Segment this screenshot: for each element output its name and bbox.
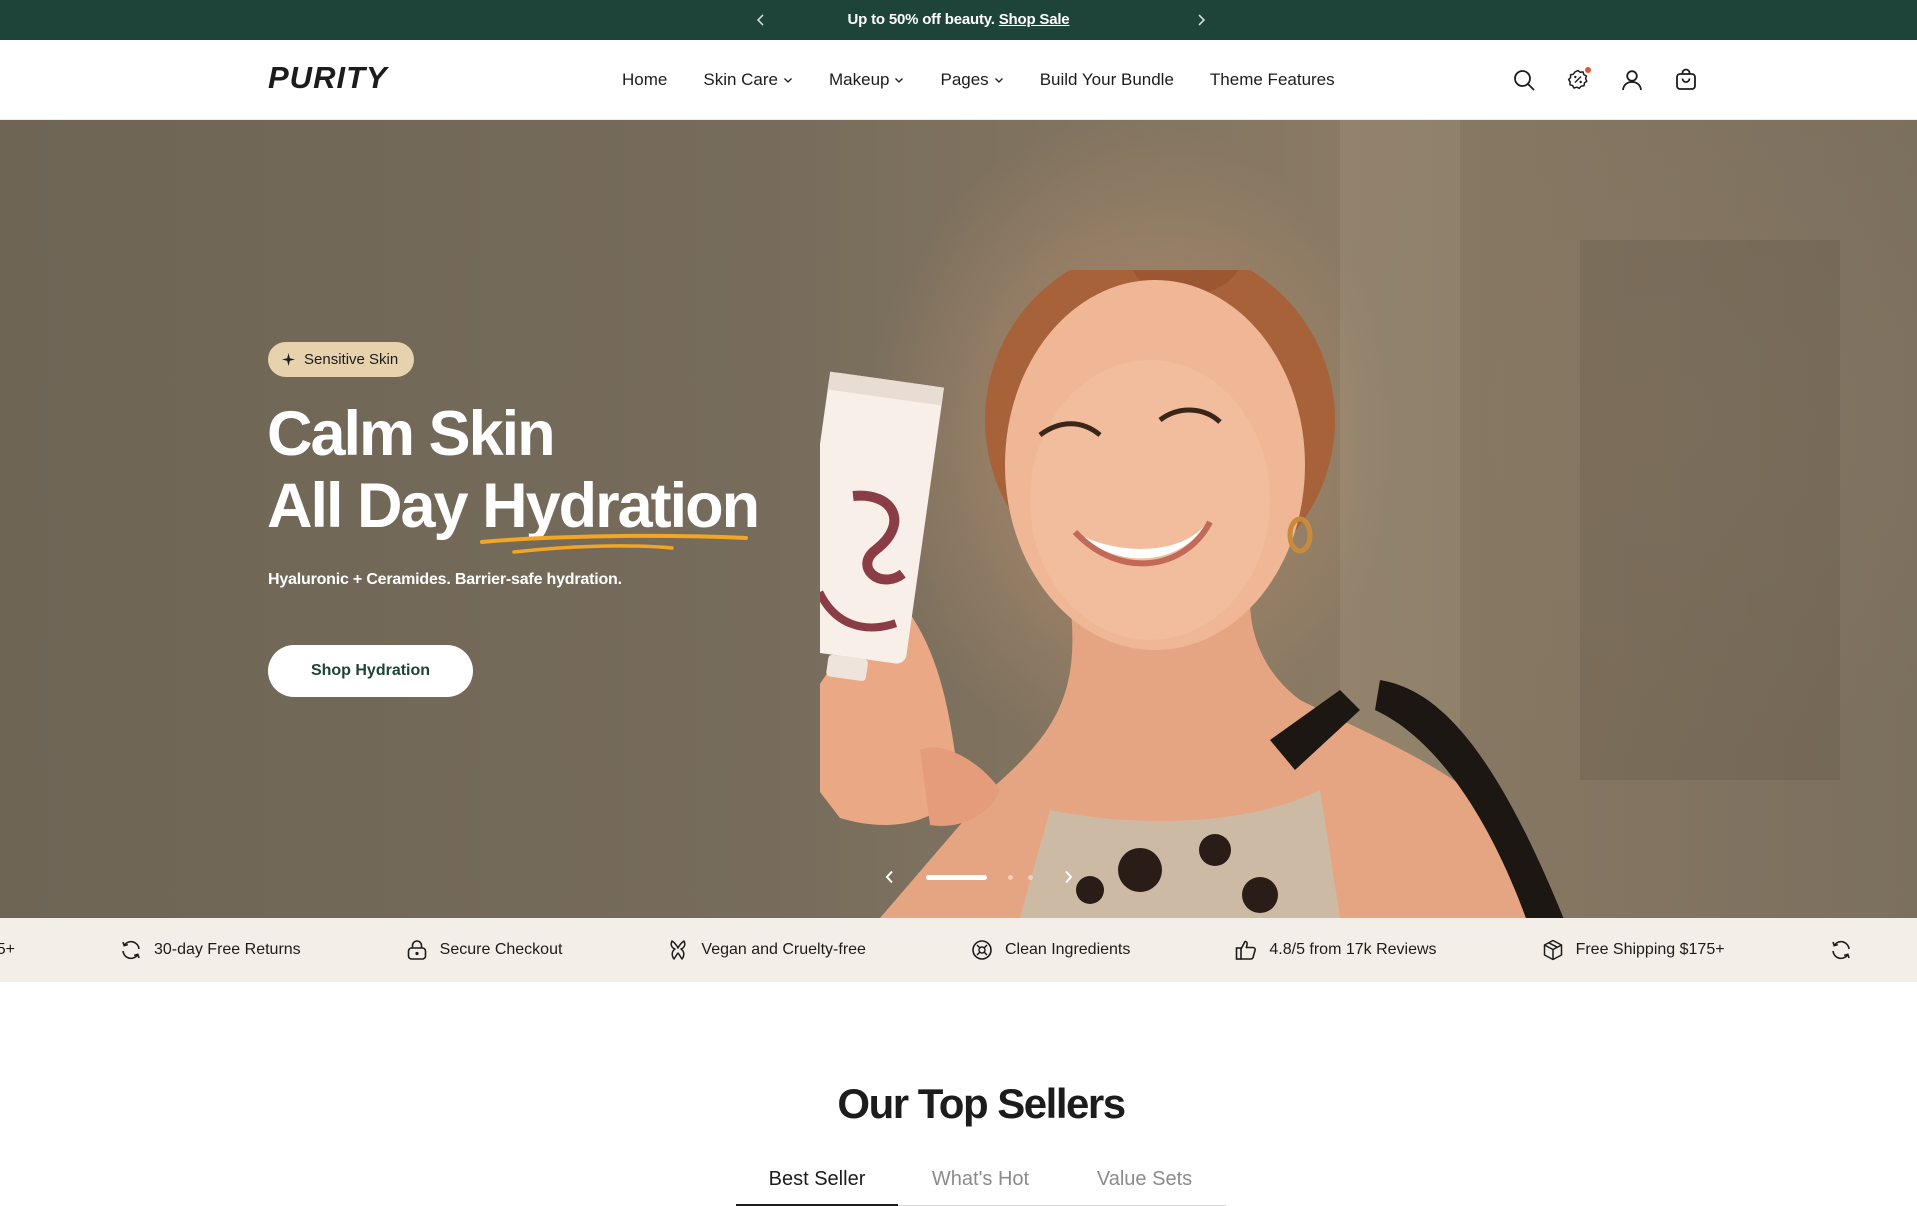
- rewards-button[interactable]: [1564, 66, 1592, 94]
- tab-value-sets[interactable]: Value Sets: [1063, 1160, 1226, 1206]
- usp-label: Clean Ingredients: [1004, 941, 1131, 958]
- account-button[interactable]: [1618, 66, 1646, 94]
- refresh-icon: [1828, 937, 1854, 963]
- tab-best-seller[interactable]: Best Seller: [736, 1160, 898, 1206]
- hero-subtitle: Hyaluronic + Ceramides. Barrier-safe hyd…: [268, 571, 622, 588]
- usp-track: $175+ 30-day Free Returns Secure Checkou…: [0, 918, 1917, 982]
- search-icon: [1514, 70, 1535, 91]
- highlight-underline: [480, 533, 749, 554]
- usp-label: Secure Checkout: [439, 941, 563, 958]
- slide-indicator[interactable]: [1008, 875, 1013, 880]
- usp-item-free-shipping: Free Shipping $175+: [1540, 937, 1725, 963]
- usp-marquee: $175+ 30-day Free Returns Secure Checkou…: [0, 918, 1917, 982]
- announcement-next-button[interactable]: [1191, 10, 1211, 30]
- nav-item-label: Skin Care: [703, 70, 778, 89]
- hero-title-line-2: All Day Hydration: [267, 470, 760, 554]
- usp-label: 30-day Free Returns: [153, 941, 301, 958]
- slide-prev-button[interactable]: [880, 867, 900, 887]
- hero-model-image: [820, 270, 1564, 918]
- slide-indicator-active[interactable]: [926, 875, 987, 880]
- bunny-icon: [665, 937, 691, 963]
- header-actions: [1510, 66, 1700, 94]
- chevron-right-icon: [1198, 14, 1206, 26]
- nav-item-skin-care[interactable]: Skin Care: [703, 70, 793, 90]
- announcement-message: Up to 50% off beauty. Shop Sale: [0, 0, 1917, 40]
- cart-icon: [1676, 68, 1696, 90]
- hero-title-line-1: Calm Skin: [267, 399, 556, 469]
- usp-item-free-returns: [1828, 937, 1854, 963]
- announcement-text: Up to 50% off beauty.: [847, 11, 995, 28]
- usp-item-secure-checkout: Secure Checkout: [404, 937, 563, 963]
- hero-title-highlight: Hydration: [480, 470, 760, 554]
- section-title: Our Top Sellers: [837, 1080, 1126, 1127]
- usp-item-free-returns: 30-day Free Returns: [118, 937, 301, 963]
- notification-dot: [1585, 67, 1591, 73]
- nav-item-label: Pages: [940, 70, 989, 89]
- nav-item-label: Makeup: [829, 70, 890, 89]
- chevron-right-icon: [1065, 870, 1073, 884]
- top-sellers-tabs: Best Seller What's Hot Value Sets: [736, 1160, 1226, 1206]
- usp-item-free-shipping: $175+: [0, 941, 15, 959]
- lock-icon: [404, 937, 430, 963]
- account-icon: [1622, 70, 1642, 91]
- usp-label: 4.8/5 from 17k Reviews: [1269, 941, 1437, 958]
- usp-label: $175+: [0, 941, 15, 958]
- refresh-icon: [118, 937, 144, 963]
- nav-item-label: Build Your Bundle: [1039, 70, 1174, 89]
- nav-item-theme-features[interactable]: Theme Features: [1210, 70, 1335, 90]
- hero-banner: Sensitive Skin Calm Skin All Day Hydrati…: [0, 120, 1917, 918]
- usp-item-clean-ingredients: Clean Ingredients: [969, 937, 1130, 963]
- hero-slider-controls: [880, 862, 1080, 892]
- nav-item-makeup[interactable]: Makeup: [829, 70, 904, 90]
- shop-hydration-button[interactable]: Shop Hydration: [268, 645, 473, 697]
- site-logo[interactable]: PURITY: [268, 60, 388, 96]
- hero-badge: Sensitive Skin: [268, 342, 415, 377]
- thumbs-up-icon: [1233, 937, 1259, 963]
- hero-title-line-2-start: All Day: [267, 471, 469, 541]
- shop-sale-link[interactable]: Shop Sale: [999, 11, 1070, 28]
- cart-button[interactable]: [1672, 66, 1700, 94]
- chevron-down-icon: [994, 75, 1004, 85]
- search-button[interactable]: [1510, 66, 1538, 94]
- tab-whats-hot[interactable]: What's Hot: [898, 1160, 1063, 1206]
- sparkle-icon: [282, 353, 295, 366]
- nav-item-label: Home: [622, 70, 668, 89]
- chevron-left-icon: [885, 870, 893, 884]
- usp-item-vegan: Vegan and Cruelty-free: [665, 937, 866, 963]
- hero-background-shadow: [1580, 240, 1840, 780]
- usp-label: Vegan and Cruelty-free: [701, 941, 866, 958]
- usp-label: Free Shipping $175+: [1575, 941, 1725, 958]
- chevron-down-icon: [894, 75, 904, 85]
- site-header: PURITY Home Skin Care Makeup Pages Build…: [0, 40, 1917, 120]
- nav-item-build-your-bundle[interactable]: Build Your Bundle: [1040, 70, 1174, 90]
- hero-badge-label: Sensitive Skin: [304, 351, 399, 368]
- announcement-bar: Up to 50% off beauty. Shop Sale: [0, 0, 1917, 40]
- nav-item-label: Theme Features: [1209, 70, 1335, 89]
- nav-item-pages[interactable]: Pages: [940, 70, 1003, 90]
- slide-indicator[interactable]: [1028, 875, 1033, 880]
- slide-next-button[interactable]: [1058, 867, 1078, 887]
- nav-item-home[interactable]: Home: [622, 70, 667, 90]
- box-icon: [1540, 937, 1566, 963]
- main-nav: Home Skin Care Makeup Pages Build Your B…: [622, 40, 1335, 120]
- leaf-badge-icon: [969, 937, 995, 963]
- hero-title: Calm Skin All Day Hydration: [267, 398, 760, 554]
- chevron-down-icon: [783, 75, 793, 85]
- usp-item-reviews: 4.8/5 from 17k Reviews: [1233, 937, 1437, 963]
